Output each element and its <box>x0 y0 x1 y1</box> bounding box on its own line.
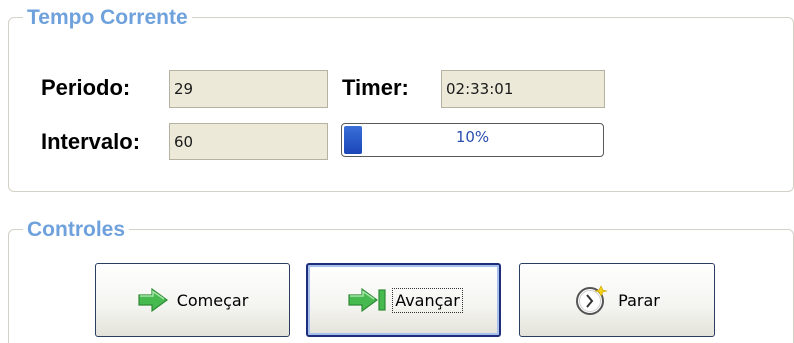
avancar-button[interactable]: Avançar <box>306 263 501 337</box>
periodo-label: Periodo: <box>41 75 131 100</box>
parar-label: Parar <box>618 290 660 310</box>
comecar-button[interactable]: Começar <box>95 263 290 337</box>
timer-label: Timer: <box>342 75 409 100</box>
green-arrow-skip-icon <box>347 287 387 313</box>
clock-icon <box>574 283 610 317</box>
avancar-label: Avançar <box>392 287 463 313</box>
green-arrow-right-icon <box>137 287 169 313</box>
progress-text: 10% <box>455 128 490 146</box>
tempo-corrente-title: Tempo Corrente <box>23 6 192 30</box>
progress-bar: 10% <box>341 123 604 157</box>
periodo-field: 29 <box>169 70 328 108</box>
controles-title: Controles <box>23 218 130 242</box>
timer-field: 02:33:01 <box>441 70 605 108</box>
intervalo-label: Intervalo: <box>41 129 141 154</box>
tempo-corrente-group: Tempo Corrente <box>8 6 794 192</box>
intervalo-field: 60 <box>169 123 328 160</box>
parar-button[interactable]: Parar <box>519 263 715 337</box>
comecar-label: Começar <box>176 290 249 310</box>
